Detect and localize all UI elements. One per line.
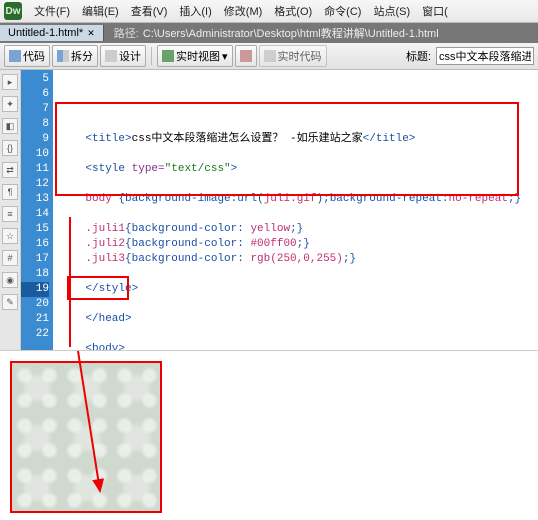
app-logo: Dw (4, 2, 22, 20)
menu-item[interactable]: 修改(M) (218, 3, 269, 19)
document-tab[interactable]: Untitled-1.html* ✕ (0, 25, 104, 41)
tool-button[interactable]: {} (2, 140, 18, 156)
path-label: 路径: (104, 25, 143, 41)
tool-button[interactable]: ≡ (2, 206, 18, 222)
code-line (59, 147, 532, 162)
menu-item[interactable]: 查看(V) (125, 3, 174, 19)
code-line: .juli3{background-color: rgb(250,0,255);… (59, 252, 532, 267)
code-editor[interactable]: <title>css中文本段落缩进怎么设置？ -如乐建站之家</title> <… (53, 70, 538, 350)
menu-item[interactable]: 插入(I) (173, 3, 217, 19)
tool-button[interactable]: ⇄ (2, 162, 18, 178)
design-icon (105, 50, 117, 62)
tool-button[interactable]: ◧ (2, 118, 18, 134)
menu-item[interactable]: 命令(C) (318, 3, 367, 19)
code-icon (9, 50, 21, 62)
view-toolbar: 代码 拆分 设计 实时视图▾ 实时代码 标题: (0, 43, 538, 70)
code-line: <style type="text/css"> (59, 162, 532, 177)
editor-area: ▸ ✦ ◧ {} ⇄ ¶ ≡ ☆ # ◉ ✎ 56789101112131415… (0, 70, 538, 351)
tool-button[interactable]: ▸ (2, 74, 18, 90)
title-label: 标题: (406, 48, 431, 64)
chevron-down-icon: ▾ (222, 50, 228, 63)
close-icon[interactable]: ✕ (87, 28, 95, 39)
code-line: <body> (59, 342, 532, 350)
live-view-button[interactable]: 实时视图▾ (157, 45, 233, 67)
document-tab-bar: Untitled-1.html* ✕ 路径: C:\Users\Administ… (0, 23, 538, 43)
code-line (59, 177, 532, 192)
code-line: .juli2{background-color: #00ff00;} (59, 237, 532, 252)
tool-button[interactable]: ¶ (2, 184, 18, 200)
menu-item[interactable]: 文件(F) (28, 3, 76, 19)
background-image-preview (12, 363, 160, 511)
line-number-gutter: 5678910111213141516171819202122 (21, 70, 53, 350)
code-line: .juli1{background-color: yellow;} (59, 222, 532, 237)
split-icon (57, 50, 69, 62)
live-icon (162, 50, 174, 62)
inspect-icon (240, 50, 252, 62)
code-view-label: 代码 (23, 48, 45, 64)
menu-bar: Dw 文件(F)编辑(E)查看(V)插入(I)修改(M)格式(O)命令(C)站点… (0, 0, 538, 23)
separator (151, 47, 152, 65)
tool-button[interactable]: ☆ (2, 228, 18, 244)
design-preview[interactable] (0, 351, 538, 520)
live-code-icon (264, 50, 276, 62)
code-line (59, 267, 532, 282)
live-code-label: 实时代码 (278, 48, 322, 64)
tool-button[interactable]: ◉ (2, 272, 18, 288)
menu-item[interactable]: 格式(O) (268, 3, 318, 19)
code-view-button[interactable]: 代码 (4, 45, 50, 67)
code-line (59, 297, 532, 312)
code-line: </style> (59, 282, 532, 297)
tool-button[interactable]: ✎ (2, 294, 18, 310)
title-input[interactable] (436, 47, 534, 65)
live-code-button[interactable]: 实时代码 (259, 45, 327, 67)
annotation-box-preview (10, 361, 162, 513)
design-view-button[interactable]: 设计 (100, 45, 146, 67)
split-view-label: 拆分 (71, 48, 93, 64)
menu-item[interactable]: 站点(S) (367, 3, 416, 19)
live-view-label: 实时视图 (176, 48, 220, 64)
menu-item[interactable]: 窗口( (416, 3, 454, 19)
code-line: <title>css中文本段落缩进怎么设置？ -如乐建站之家</title> (59, 132, 532, 147)
tool-button[interactable]: # (2, 250, 18, 266)
path-value: C:\Users\Administrator\Desktop\html教程讲解\… (143, 25, 439, 41)
code-line (59, 207, 532, 222)
tool-button[interactable]: ✦ (2, 96, 18, 112)
split-view-button[interactable]: 拆分 (52, 45, 98, 67)
design-view-label: 设计 (119, 48, 141, 64)
code-line: </head> (59, 312, 532, 327)
code-line: body {background-image:url(juli.gif);bac… (59, 192, 532, 207)
code-line (59, 327, 532, 342)
menu-item[interactable]: 编辑(E) (76, 3, 125, 19)
document-tab-label: Untitled-1.html* (8, 27, 83, 39)
vertical-toolbar: ▸ ✦ ◧ {} ⇄ ¶ ≡ ☆ # ◉ ✎ (0, 70, 21, 350)
inspect-button[interactable] (235, 45, 257, 67)
